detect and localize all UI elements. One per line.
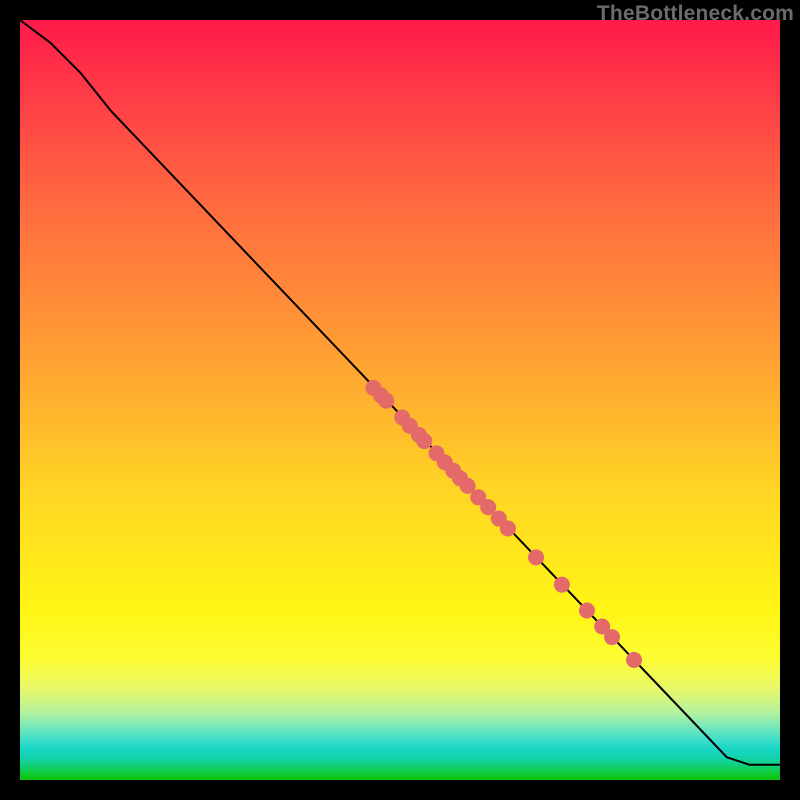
data-marker — [604, 629, 620, 645]
data-marker — [579, 603, 595, 619]
chart-stage: TheBottleneck.com — [0, 0, 800, 800]
data-marker — [554, 577, 570, 593]
plot-area — [20, 20, 780, 780]
data-marker — [528, 549, 544, 565]
data-marker-group — [365, 380, 642, 668]
data-marker — [500, 520, 516, 536]
bottleneck-curve — [20, 20, 780, 765]
chart-svg — [20, 20, 780, 780]
data-marker — [416, 433, 432, 449]
data-marker — [626, 652, 642, 668]
data-marker — [378, 393, 394, 409]
